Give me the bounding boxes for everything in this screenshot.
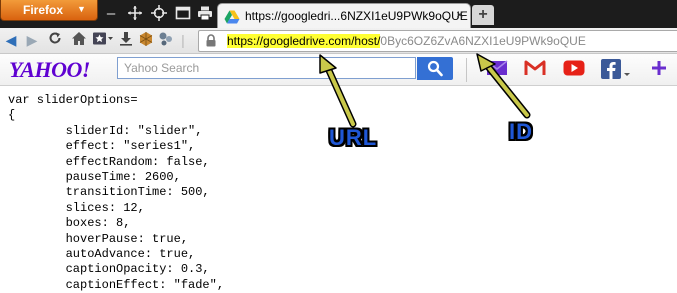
url-file-id: 0Byc6OZ6ZvA6NZXI1eU9PWk9oQUE — [380, 34, 586, 48]
back-icon[interactable]: ◀ — [3, 31, 19, 49]
move-icon[interactable] — [126, 5, 144, 23]
window-icon[interactable] — [174, 5, 192, 23]
tab-title: https://googledri...6NZXI1eU9PWk9oQUE — [245, 9, 468, 23]
id-annotation-label: ID — [509, 119, 533, 144]
extension-icon[interactable] — [138, 31, 154, 49]
print-icon[interactable] — [196, 5, 214, 23]
gmail-icon[interactable] — [524, 59, 546, 79]
home-icon[interactable] — [71, 31, 87, 49]
addon-icon[interactable] — [158, 31, 174, 49]
address-bar[interactable]: https://googledrive.com/host/0Byc6OZ6ZvA… — [198, 30, 677, 52]
forward-icon[interactable]: ▶ — [24, 31, 40, 49]
bookmarks-menu-icon[interactable] — [92, 31, 114, 49]
plus-icon[interactable] — [650, 59, 672, 79]
page-source-code: var sliderOptions= { sliderId: "slider",… — [8, 93, 225, 292]
download-icon[interactable] — [118, 31, 134, 49]
reload-icon[interactable] — [47, 31, 63, 49]
navigation-toolbar: ◀ ▶ | https://googledrive.com/host/0Byc6… — [0, 28, 677, 54]
toolbar-divider: | — [181, 32, 185, 48]
crosshair-icon[interactable] — [150, 5, 168, 23]
lock-icon — [206, 34, 216, 47]
facebook-icon[interactable] — [601, 59, 633, 79]
tab-active[interactable]: https://googledri...6NZXI1eU9PWk9oQUE × — [217, 3, 471, 29]
yahoo-search-input[interactable] — [118, 58, 420, 78]
toolbar-divider — [466, 58, 467, 82]
yahoo-search-button[interactable] — [417, 57, 453, 80]
search-icon — [427, 60, 443, 82]
mail-icon[interactable] — [486, 59, 508, 79]
youtube-icon[interactable] — [563, 59, 585, 79]
yahoo-search-box — [117, 57, 420, 79]
yahoo-toolbar: YAHOO! — [0, 54, 677, 86]
url-highlighted: https://googledrive.com/host/ — [227, 34, 381, 48]
firefox-menu-button[interactable]: Firefox ▼ — [0, 0, 98, 21]
google-drive-icon — [224, 9, 240, 25]
title-bar: Firefox ▼ – https://googledri...6NZXI1eU… — [0, 0, 677, 29]
close-tab-icon[interactable]: × — [456, 7, 464, 22]
firefox-menu-label: Firefox — [23, 3, 64, 17]
minimize-icon[interactable]: – — [102, 5, 120, 23]
url-text[interactable]: https://googledrive.com/host/0Byc6OZ6ZvA… — [227, 34, 586, 48]
url-annotation-label: URL — [329, 125, 378, 150]
chevron-down-icon: ▼ — [77, 4, 86, 14]
new-tab-button[interactable]: + — [472, 5, 494, 25]
yahoo-logo[interactable]: YAHOO! — [9, 57, 90, 83]
